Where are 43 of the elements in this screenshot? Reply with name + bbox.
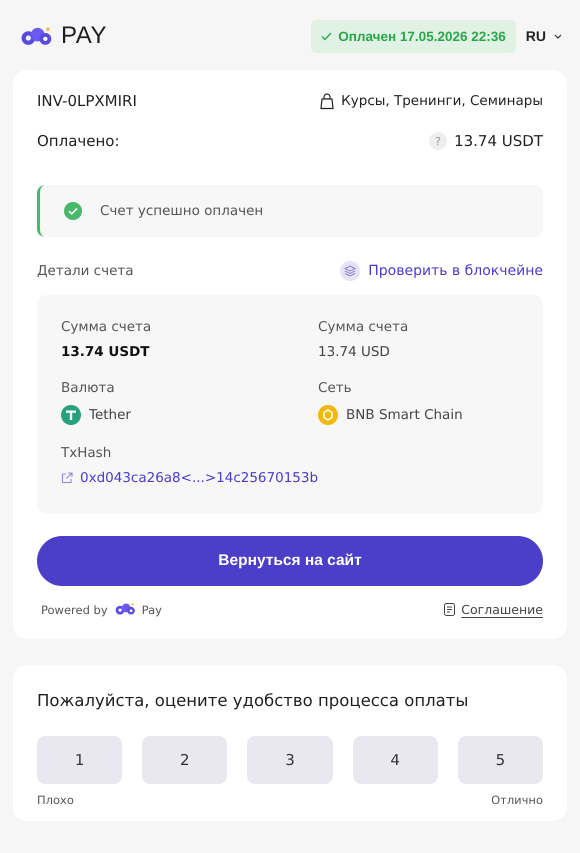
field-value: 13.74 USDT	[61, 344, 151, 360]
paid-label: Оплачено:	[37, 132, 120, 150]
external-link-icon	[61, 472, 73, 484]
rating-question: Пожалуйста, оцените удобство процесса оплаты	[37, 691, 468, 710]
invoice-id: INV-0LPXMIRI	[37, 92, 137, 110]
rating-option[interactable]: 1	[37, 736, 122, 784]
status-badge: Оплачен 17.05.2026 22:36	[311, 20, 516, 52]
rating-low-label: Плохо	[37, 793, 74, 807]
powered-by-text: Powered by	[41, 602, 108, 616]
invoice-category: Курсы, Тренинги, Семинары	[341, 93, 543, 109]
powered-by-brand: Pay	[142, 602, 162, 616]
field-value: BNB Smart Chain	[346, 407, 463, 423]
document-icon	[444, 603, 456, 616]
details-title: Детали счета	[37, 263, 134, 279]
brand-logo-icon	[114, 603, 136, 616]
rating-high-label: Отлично	[491, 793, 543, 807]
return-button[interactable]: Вернуться на сайт	[37, 536, 543, 586]
brand-name: PAY	[61, 22, 107, 50]
shopping-bag-icon	[320, 92, 334, 110]
field-label: TxHash	[61, 445, 112, 461]
field-label: Валюта	[61, 380, 116, 396]
chevron-down-icon	[554, 34, 562, 38]
check-icon	[321, 32, 332, 40]
layers-icon	[340, 261, 360, 281]
field-value: Tether	[89, 407, 131, 423]
field-label: Сеть	[318, 380, 353, 396]
field-value: 13.74 USD	[318, 344, 391, 360]
bnb-icon	[318, 405, 338, 425]
tx-hash-link[interactable]: 0xd043ca26a8<...>14c25670153b	[80, 470, 318, 486]
rating-option[interactable]: 2	[142, 736, 228, 784]
alert-message: Счет успешно оплачен	[100, 203, 264, 219]
check-circle-icon	[64, 202, 82, 220]
paid-amount: 13.74 USDT	[454, 132, 543, 150]
rating-option[interactable]: 3	[247, 736, 333, 784]
logo-icon	[19, 26, 53, 46]
field-label: Сумма счета	[61, 319, 152, 335]
rating-option[interactable]: 4	[352, 736, 438, 784]
rating-option[interactable]: 5	[458, 736, 543, 784]
tether-icon	[61, 405, 81, 425]
verify-blockchain-link[interactable]: Проверить в блокчейне	[368, 263, 543, 279]
field-label: Сумма счета	[318, 319, 410, 335]
language-selector[interactable]: RU	[526, 28, 562, 44]
agreement-link[interactable]: Соглашение	[461, 602, 543, 617]
